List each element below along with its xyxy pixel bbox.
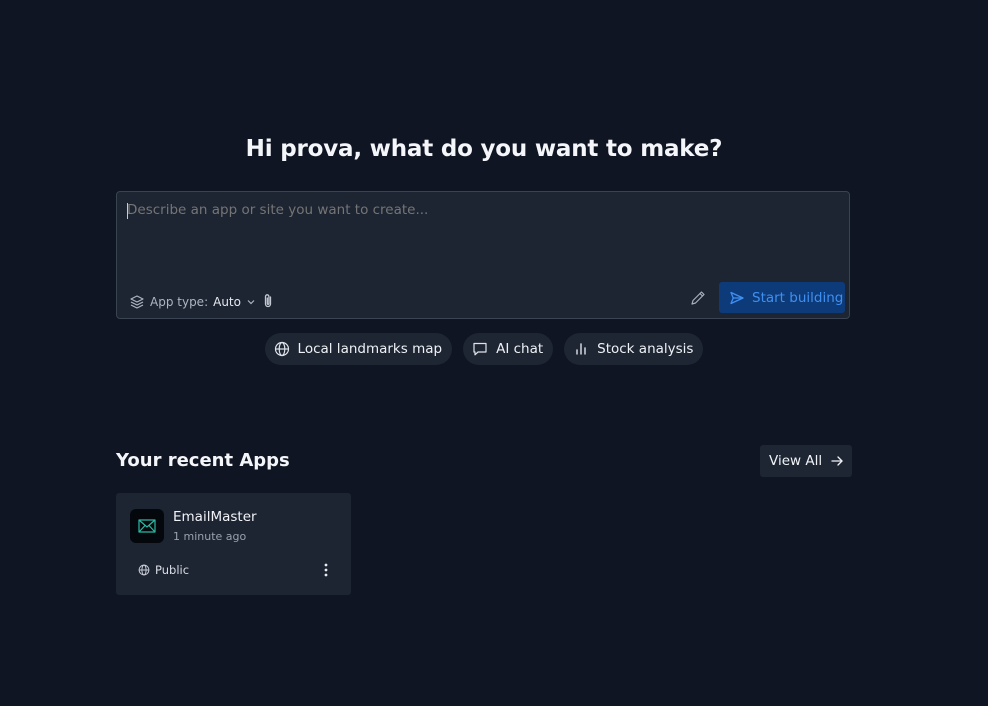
visibility-badge: Public xyxy=(138,563,189,577)
suggestion-label: AI chat xyxy=(496,341,544,357)
paperclip-icon[interactable] xyxy=(261,293,275,313)
page-title: Hi prova, what do you want to make? xyxy=(245,136,723,162)
start-building-label: Start building xyxy=(752,289,844,306)
layers-icon xyxy=(130,295,144,309)
globe-icon xyxy=(138,564,150,576)
chat-icon xyxy=(473,342,487,356)
view-all-label: View All xyxy=(769,453,823,469)
send-icon xyxy=(730,291,744,304)
suggestion-chip-stock-analysis[interactable]: Stock analysis xyxy=(564,333,704,365)
suggestion-chip-ai-chat[interactable]: AI chat xyxy=(463,333,554,365)
app-timestamp: 1 minute ago xyxy=(173,530,247,543)
app-name: EmailMaster xyxy=(173,509,257,525)
chevron-down-icon xyxy=(247,300,255,305)
prompt-input[interactable] xyxy=(127,202,827,218)
globe-icon xyxy=(274,341,289,357)
app-type-label: App type: xyxy=(150,295,209,309)
visibility-label: Public xyxy=(155,563,190,577)
app-avatar xyxy=(130,509,164,543)
suggestion-label: Stock analysis xyxy=(597,341,694,357)
suggestion-chips: Local landmarks map AI chat Stock analys… xyxy=(0,333,968,365)
app-type-selector[interactable]: App type: Auto xyxy=(129,294,256,310)
prompt-composer: App type: Auto Start building xyxy=(116,191,850,319)
pen-icon[interactable] xyxy=(689,289,707,311)
start-building-button[interactable]: Start building xyxy=(719,282,845,313)
suggestion-chip-landmarks[interactable]: Local landmarks map xyxy=(264,333,453,365)
view-all-button[interactable]: View All xyxy=(760,445,852,477)
app-type-value: Auto xyxy=(213,295,241,309)
recent-apps-title: Your recent Apps xyxy=(116,450,290,471)
bar-chart-icon xyxy=(576,343,586,355)
mail-icon xyxy=(138,519,156,533)
more-options-icon[interactable] xyxy=(320,561,332,579)
page: Hi prova, what do you want to make? App … xyxy=(0,0,988,706)
arrow-right-icon xyxy=(831,456,843,466)
suggestion-label: Local landmarks map xyxy=(297,341,443,357)
app-card[interactable]: EmailMaster 1 minute ago Public xyxy=(116,493,351,595)
